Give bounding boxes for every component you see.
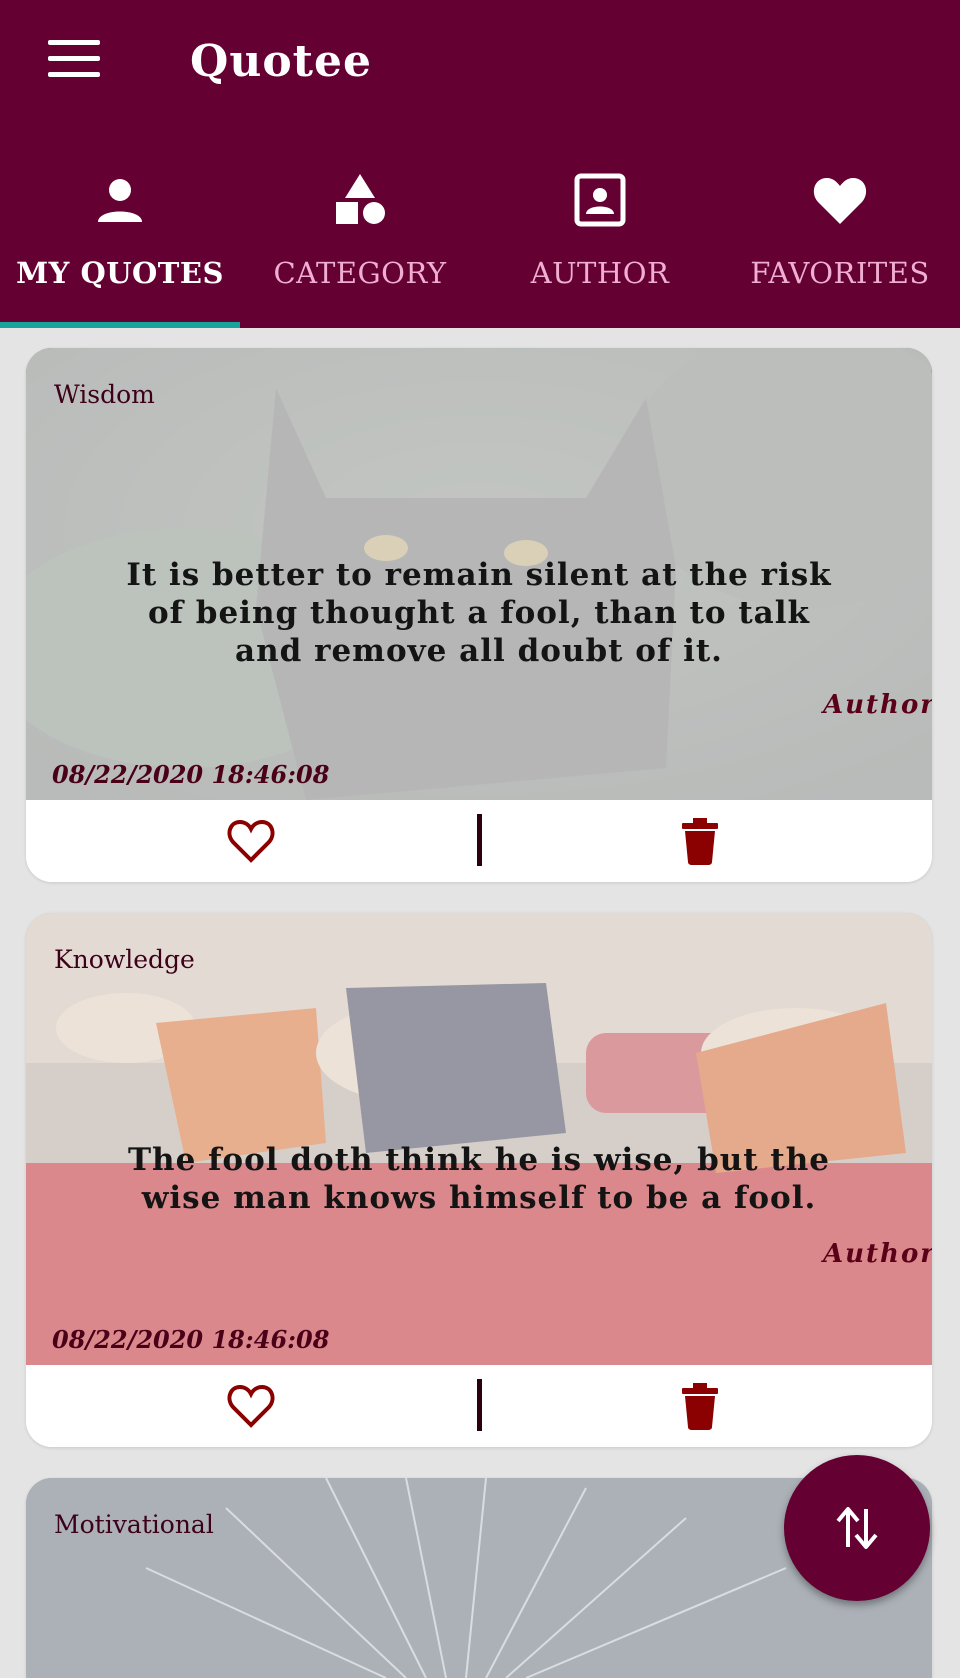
- quote-category: Knowledge: [54, 945, 195, 974]
- trash-icon: [682, 818, 718, 865]
- favorite-button[interactable]: [226, 816, 276, 866]
- app-title: Quotee: [190, 36, 372, 87]
- menu-button[interactable]: [48, 40, 100, 80]
- quote-author: Author: [822, 1239, 932, 1269]
- tab-indicator: [0, 322, 240, 328]
- quote-category: Wisdom: [54, 380, 155, 409]
- trash-icon: [682, 1383, 718, 1430]
- sort-fab[interactable]: [784, 1455, 930, 1601]
- quote-card[interactable]: Wisdom It is better to remain silent at …: [26, 348, 932, 882]
- quote-timestamp: 08/22/2020 18:46:08: [52, 1325, 330, 1354]
- quote-category: Motivational: [54, 1510, 214, 1539]
- tab-my-quotes[interactable]: MY QUOTES: [0, 160, 240, 328]
- divider: [477, 1379, 482, 1431]
- tab-bar: MY QUOTES CATEGORY AUTHOR FAVORITES: [0, 160, 960, 328]
- quote-text: The fool doth think he is wise, but the …: [127, 1142, 831, 1216]
- contact-card-icon: [480, 170, 720, 230]
- sort-arrows-icon: [836, 1507, 878, 1549]
- delete-button[interactable]: [680, 1381, 720, 1431]
- person-icon: [0, 170, 240, 230]
- quote-background-image: Wisdom It is better to remain silent at …: [26, 348, 932, 800]
- card-actions: [26, 1365, 932, 1447]
- tab-category[interactable]: CATEGORY: [240, 160, 480, 328]
- quote-card[interactable]: Knowledge The fool doth think he is wise…: [26, 913, 932, 1447]
- heart-outline-icon: [227, 1384, 275, 1428]
- tab-author[interactable]: AUTHOR: [480, 160, 720, 328]
- divider: [477, 814, 482, 866]
- tab-label: MY QUOTES: [16, 256, 224, 290]
- tab-label: AUTHOR: [530, 256, 670, 290]
- tab-favorites[interactable]: FAVORITES: [720, 160, 960, 328]
- app-bar: Quotee MY QUOTES CATEGORY AUTHOR FAVORIT…: [0, 0, 960, 328]
- shapes-icon: [240, 170, 480, 230]
- quote-text: It is better to remain silent at the ris…: [126, 557, 832, 669]
- quote-background-image: Knowledge The fool doth think he is wise…: [26, 913, 932, 1365]
- heart-outline-icon: [227, 819, 275, 863]
- card-actions: [26, 800, 932, 882]
- delete-button[interactable]: [680, 816, 720, 866]
- tab-label: CATEGORY: [273, 256, 447, 290]
- quote-author: Author: [822, 690, 932, 720]
- heart-icon: [720, 170, 960, 230]
- favorite-button[interactable]: [226, 1381, 276, 1431]
- tab-label: FAVORITES: [750, 256, 930, 290]
- hamburger-icon: [48, 40, 100, 45]
- quote-timestamp: 08/22/2020 18:46:08: [52, 760, 330, 789]
